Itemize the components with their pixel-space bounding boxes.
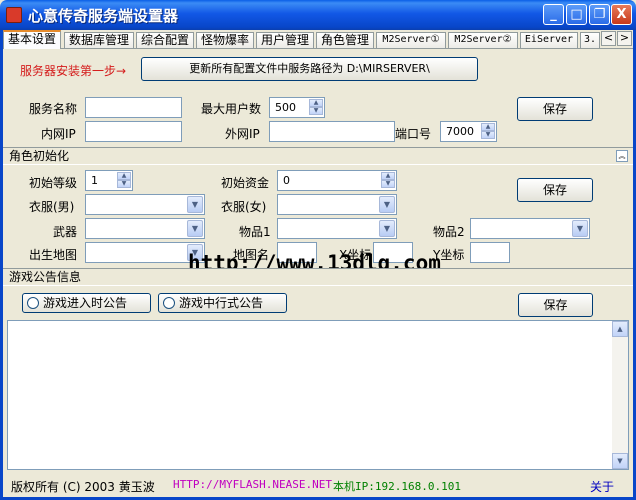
status-bar: 版权所有 (C) 2003 黄玉波 HTTP://MYFLASH.NEASE.N… — [3, 474, 633, 496]
birth-map-select[interactable]: ▼ — [85, 242, 205, 263]
tab-strip: 基本设置 数据库管理 综合配置 怪物爆率 用户管理 角色管理 M2Server①… — [3, 30, 633, 49]
init-gold-spinner[interactable]: ▲ ▼ — [381, 172, 395, 189]
max-users-spinner[interactable]: ▲ ▼ — [309, 99, 323, 116]
app-icon — [6, 7, 22, 23]
birth-map-label: 出生地图 — [29, 248, 78, 262]
tab-role-management[interactable]: 角色管理 — [316, 32, 374, 48]
port-label: 端口号 — [395, 127, 432, 141]
item2-label: 物品2 — [433, 225, 465, 239]
tab-m2server-2[interactable]: M2Server② — [448, 32, 518, 48]
chevron-down-icon[interactable]: ▼ — [187, 196, 203, 213]
weapon-select[interactable]: ▼ — [85, 218, 205, 239]
max-users-value: 500 — [275, 101, 296, 114]
tab-database[interactable]: 数据库管理 — [64, 32, 134, 48]
save-role-button[interactable]: 保存 — [517, 178, 593, 202]
clothes-female-label: 衣服(女) — [221, 200, 267, 214]
init-level-label: 初始等级 — [29, 176, 78, 190]
window-title: 心意传奇服务端设置器 — [28, 7, 179, 25]
scroll-down-icon[interactable]: ▼ — [612, 453, 628, 469]
weapon-label: 武器 — [53, 225, 78, 239]
clothes-female-select[interactable]: ▼ — [277, 194, 397, 215]
max-users-input[interactable]: 500 ▲ ▼ — [269, 97, 325, 118]
spin-down-icon[interactable]: ▼ — [117, 180, 131, 188]
spin-up-icon[interactable]: ▲ — [381, 172, 395, 180]
announce-title: 游戏公告信息 — [9, 270, 82, 284]
tab-scroll-right-icon[interactable]: > — [617, 31, 632, 46]
init-gold-label: 初始资金 — [221, 176, 270, 190]
init-gold-input[interactable]: 0 ▲ ▼ — [277, 170, 397, 191]
server-name-input[interactable] — [85, 97, 182, 118]
author-url-link[interactable]: HTTP://MYFLASH.NEASE.NET — [173, 478, 332, 491]
radio-enter-announce[interactable]: 游戏进入时公告 — [22, 293, 151, 313]
install-step-label: 服务器安装第一步→ — [20, 64, 127, 78]
clothes-male-select[interactable]: ▼ — [85, 194, 205, 215]
copyright-text: 版权所有 (C) 2003 黄玉波 — [11, 480, 155, 494]
radio-enter-label: 游戏进入时公告 — [43, 296, 128, 310]
wan-ip-input[interactable] — [269, 121, 395, 142]
max-users-label: 最大用户数 — [201, 102, 262, 116]
tab-m2server-1[interactable]: M2Server① — [376, 32, 446, 48]
init-level-input[interactable]: 1 ▲ ▼ — [85, 170, 133, 191]
minimize-button[interactable]: _ — [543, 4, 564, 25]
radio-running-label: 游戏中行式公告 — [179, 296, 264, 310]
init-gold-value: 0 — [283, 174, 290, 187]
tab-general-config[interactable]: 综合配置 — [136, 32, 194, 48]
port-spinner[interactable]: ▲ ▼ — [481, 123, 495, 140]
item1-select[interactable]: ▼ — [277, 218, 397, 239]
local-ip-text: 本机IP:192.168.0.101 — [333, 480, 461, 493]
spin-down-icon[interactable]: ▼ — [481, 131, 495, 139]
item1-label: 物品1 — [239, 225, 271, 239]
spin-up-icon[interactable]: ▲ — [309, 99, 323, 107]
tab-scroll-left-icon[interactable]: < — [601, 31, 616, 46]
lan-ip-input[interactable] — [85, 121, 182, 142]
role-init-header: 角色初始化 ︽ — [3, 147, 633, 165]
spin-down-icon[interactable]: ▼ — [381, 180, 395, 188]
update-paths-button[interactable]: 更新所有配置文件中服务路径为 D:\MIRSERVER\ — [141, 57, 478, 81]
collapse-icon[interactable]: ︽ — [616, 150, 628, 162]
spin-up-icon[interactable]: ▲ — [481, 123, 495, 131]
chevron-down-icon[interactable]: ▼ — [572, 220, 588, 237]
announce-scrollbar[interactable]: ▲ ▼ — [612, 321, 628, 469]
radio-icon — [163, 297, 175, 309]
scroll-up-icon[interactable]: ▲ — [612, 321, 628, 337]
spin-up-icon[interactable]: ▲ — [117, 172, 131, 180]
save-announce-button[interactable]: 保存 — [518, 293, 593, 317]
radio-icon — [27, 297, 39, 309]
port-input[interactable]: 7000 ▲ ▼ — [440, 121, 497, 142]
maximize-button[interactable]: □ — [566, 4, 587, 25]
port-value: 7000 — [446, 125, 474, 138]
announce-header: 游戏公告信息 — [3, 268, 633, 286]
init-level-spinner[interactable]: ▲ ▼ — [117, 172, 131, 189]
chevron-down-icon[interactable]: ▼ — [187, 220, 203, 237]
item2-select[interactable]: ▼ — [470, 218, 590, 239]
scroll-track[interactable] — [612, 337, 628, 453]
clothes-male-label: 衣服(男) — [29, 200, 75, 214]
lan-ip-label: 内网IP — [41, 127, 76, 141]
about-link[interactable]: 关于 — [590, 478, 614, 495]
tab-basic-settings[interactable]: 基本设置 — [3, 30, 61, 49]
init-level-value: 1 — [91, 174, 98, 187]
tab-eiserver[interactable]: EiServer — [520, 32, 578, 48]
restore-button[interactable]: ❐ — [589, 4, 610, 25]
save-server-button[interactable]: 保存 — [517, 97, 593, 121]
tab-user-management[interactable]: 用户管理 — [256, 32, 314, 48]
announce-textarea[interactable]: ▲ ▼ — [7, 320, 629, 470]
server-name-label: 服务名称 — [29, 102, 78, 116]
radio-running-announce[interactable]: 游戏中行式公告 — [158, 293, 287, 313]
close-button[interactable]: X — [611, 4, 632, 25]
chevron-down-icon[interactable]: ▼ — [379, 220, 395, 237]
spin-down-icon[interactable]: ▼ — [309, 107, 323, 115]
wan-ip-label: 外网IP — [225, 127, 260, 141]
title-bar: 心意传奇服务端设置器 _ □ ❐ X — [0, 0, 636, 30]
chevron-down-icon[interactable]: ▼ — [379, 196, 395, 213]
role-init-title: 角色初始化 — [9, 149, 70, 163]
tab-more[interactable]: 3. — [580, 32, 600, 48]
y-coord-input[interactable] — [470, 242, 510, 263]
tab-monster-drop[interactable]: 怪物爆率 — [196, 32, 254, 48]
